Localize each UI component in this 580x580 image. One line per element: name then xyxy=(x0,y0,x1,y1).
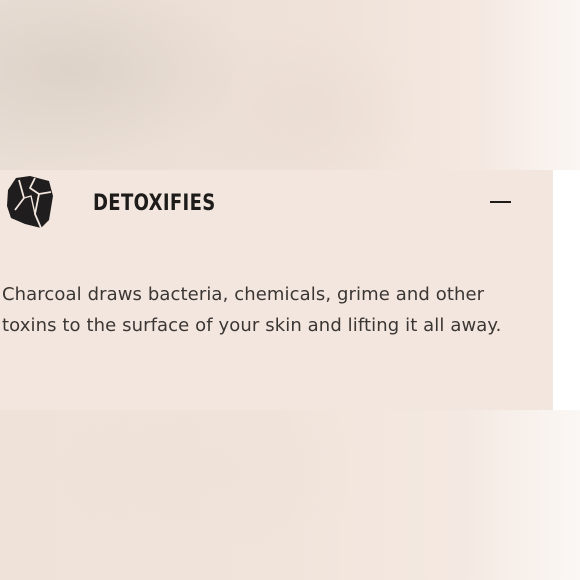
accordion-description: Charcoal draws bacteria, chemicals, grim… xyxy=(2,284,502,336)
charcoal-rock-icon xyxy=(5,176,57,230)
blurred-background-top xyxy=(0,0,580,170)
page: DETOXIFIES Charcoal draws bacteria, chem… xyxy=(0,0,580,580)
accordion-title: DETOXIFIES xyxy=(93,191,216,216)
blurred-background-bottom xyxy=(0,410,580,580)
panel-edge xyxy=(553,170,580,410)
collapse-toggle-button[interactable] xyxy=(484,190,516,214)
minus-icon xyxy=(490,201,511,203)
